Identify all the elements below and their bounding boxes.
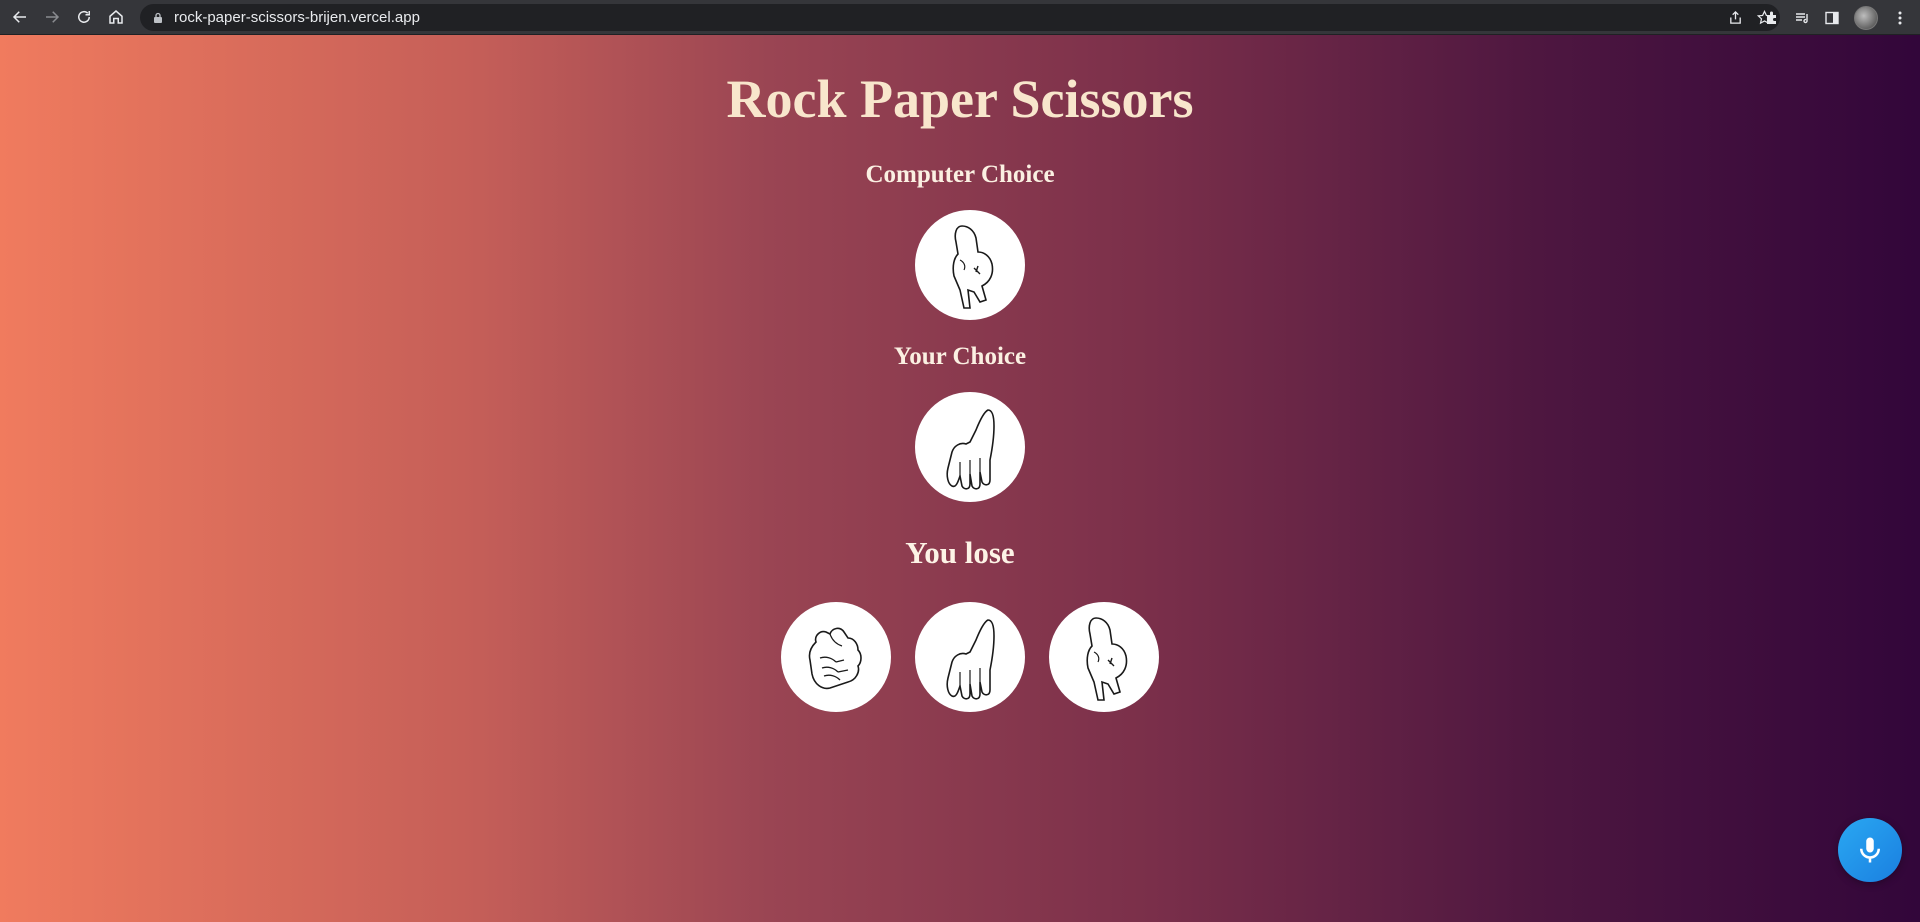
url-text: rock-paper-scissors-brijen.vercel.app <box>174 9 420 26</box>
reload-button[interactable] <box>72 5 96 29</box>
puzzle-icon[interactable] <box>1764 10 1780 26</box>
user-choice-display <box>915 392 1025 502</box>
arrow-left-icon <box>12 11 26 23</box>
result-text: You lose <box>905 535 1015 570</box>
scissors-hand-icon <box>1064 612 1144 702</box>
computer-choice-display <box>915 210 1025 320</box>
address-bar[interactable]: rock-paper-scissors-brijen.vercel.app <box>140 4 1780 31</box>
home-button[interactable] <box>104 5 128 29</box>
arrow-right-icon <box>46 11 60 23</box>
kebab-menu-icon[interactable] <box>1892 10 1908 26</box>
forward-button[interactable] <box>40 5 64 29</box>
share-icon[interactable] <box>1728 10 1743 25</box>
reload-icon <box>78 10 90 23</box>
side-panel-icon[interactable] <box>1824 10 1840 26</box>
home-icon <box>109 10 123 24</box>
your-choice-label: Your Choice <box>893 343 1027 370</box>
scissors-button[interactable] <box>1049 602 1159 712</box>
lock-icon <box>154 12 162 23</box>
paper-button[interactable] <box>915 602 1025 712</box>
rock-hand-icon <box>796 612 876 702</box>
microphone-button[interactable] <box>1838 818 1902 882</box>
game-page: Rock Paper Scissors Computer Choice Your… <box>0 35 1920 922</box>
paper-hand-icon <box>930 612 1010 702</box>
page-title: Rock Paper Scissors <box>726 69 1194 129</box>
scissors-hand-icon <box>930 220 1010 310</box>
paper-hand-icon <box>930 402 1010 492</box>
browser-toolbar: rock-paper-scissors-brijen.vercel.app <box>0 0 1920 35</box>
profile-avatar[interactable] <box>1854 5 1878 30</box>
microphone-icon <box>1860 837 1880 863</box>
back-button[interactable] <box>8 5 32 29</box>
computer-choice-label: Computer Choice <box>865 161 1055 188</box>
media-queue-icon[interactable] <box>1794 10 1810 26</box>
rock-button[interactable] <box>781 602 891 712</box>
